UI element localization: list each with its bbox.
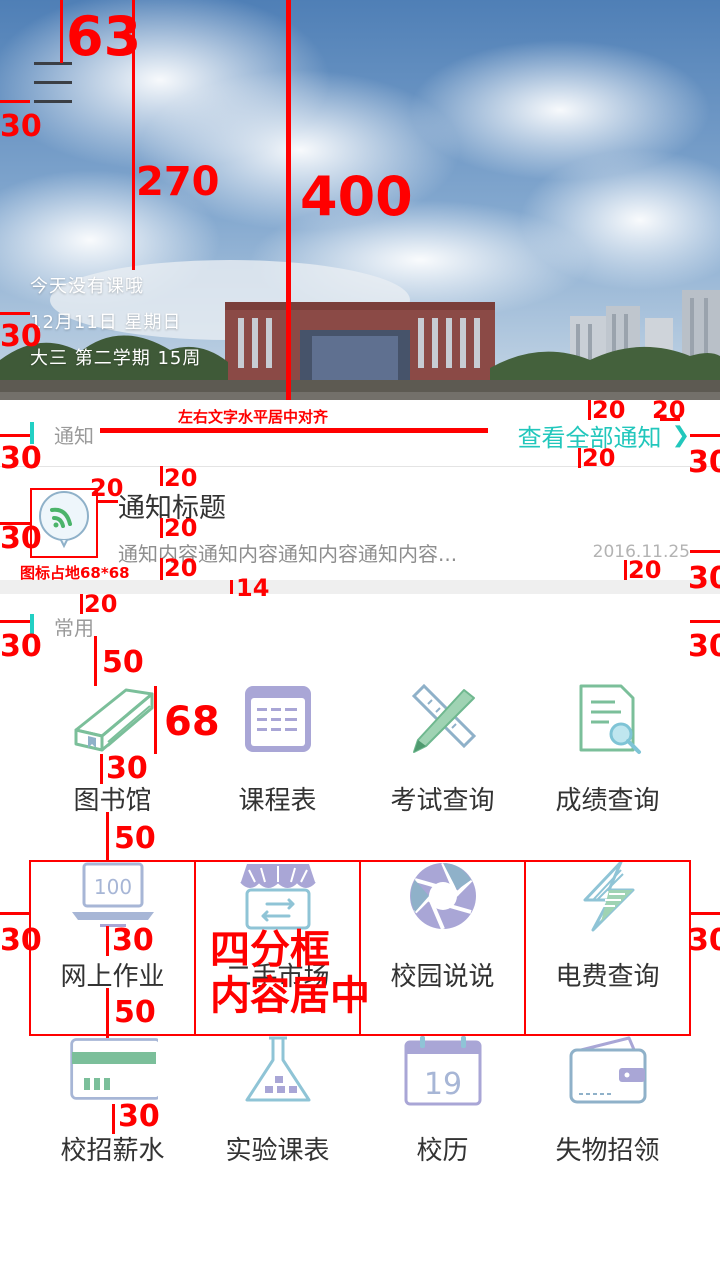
annotation-20: 20 <box>628 556 662 584</box>
annotation-line <box>0 434 30 437</box>
annotation-50: 50 <box>114 821 156 856</box>
grid-item-label: 校历 <box>416 1136 469 1166</box>
annotation-30: 30 <box>0 319 42 354</box>
annotation-line <box>690 550 720 553</box>
annotation-line <box>0 100 30 103</box>
grid-item-label: 成绩查询 <box>555 786 660 816</box>
grid-item-school-calendar[interactable]: 19 校历 <box>360 1034 525 1166</box>
annotation-line <box>690 912 720 915</box>
app-root: 今天没有课哦 12月11日 星期日 大三 第二学期 15周 通知 查看全部通知 … <box>0 0 720 1280</box>
annotation-line <box>160 518 163 538</box>
annotation-line <box>106 926 109 956</box>
calendar-19-icon: 19 <box>404 1036 481 1106</box>
hero-term: 大三 第二学期 15周 <box>30 348 202 369</box>
grid-item-grade-query[interactable]: 成绩查询 <box>525 684 690 816</box>
annotation-20: 20 <box>164 554 198 582</box>
grid-item-label: 校招薪水 <box>60 1136 165 1166</box>
annotation-68: 68 <box>164 699 220 745</box>
annotation-30: 30 <box>688 445 720 480</box>
annotation-30: 30 <box>688 629 720 664</box>
calendar-table-icon <box>244 686 311 752</box>
annotation-line <box>578 448 581 468</box>
annotation-line <box>230 580 233 594</box>
annotation-line <box>286 0 291 400</box>
calendar-day: 19 <box>423 1067 461 1102</box>
grid-item-timetable[interactable]: 课程表 <box>195 684 360 816</box>
menu-icon[interactable] <box>34 62 72 104</box>
grid-item-label: 课程表 <box>238 786 317 816</box>
annotation-30: 30 <box>688 923 720 958</box>
pencil-ruler-icon <box>411 684 476 753</box>
annotation-line <box>524 860 526 1036</box>
annotation-line <box>0 912 30 915</box>
wallet-icon <box>569 1036 646 1104</box>
annotation-line <box>80 594 83 614</box>
annotation-line <box>100 428 488 433</box>
annotation-line <box>100 754 103 784</box>
annotation-400: 400 <box>300 165 413 228</box>
annotation-30: 30 <box>112 923 154 958</box>
annotation-30: 30 <box>0 109 42 144</box>
annotation-line <box>106 812 109 862</box>
annotation-line <box>94 636 97 686</box>
annotation-quad-title: 四分框 <box>210 927 330 973</box>
annotation-20: 20 <box>592 396 626 424</box>
annotation-20: 20 <box>164 514 198 542</box>
annotation-63: 63 <box>66 5 142 68</box>
grid-item-label: 实验课表 <box>225 1136 330 1166</box>
annotation-line <box>0 620 30 623</box>
annotation-line <box>690 620 720 623</box>
annotation-30: 30 <box>0 629 42 664</box>
annotation-line <box>588 400 591 420</box>
annotation-line <box>160 466 163 486</box>
annotation-50: 50 <box>114 995 156 1030</box>
grid-item-label: 考试查询 <box>390 786 495 816</box>
grid-item-label: 失物招领 <box>555 1136 660 1166</box>
document-search-icon <box>579 684 641 754</box>
annotation-center-align: 左右文字水平居中对齐 <box>178 408 329 426</box>
annotation-30: 30 <box>688 561 720 596</box>
flask-icon <box>245 1036 310 1102</box>
annotation-line <box>160 558 163 580</box>
annotation-quad-subtitle: 内容居中 <box>210 973 370 1019</box>
hero-date: 12月11日 星期日 <box>30 312 182 333</box>
grid-item-exam-query[interactable]: 考试查询 <box>360 684 525 816</box>
annotation-20: 20 <box>164 464 198 492</box>
annotation-line <box>624 560 627 580</box>
annotation-line <box>154 686 157 754</box>
annotation-line <box>106 988 109 1038</box>
annotation-icon-box <box>30 488 98 558</box>
annotation-line <box>0 312 30 315</box>
annotation-20: 20 <box>582 444 616 472</box>
grid-item-campus-salary[interactable]: 校招薪水 <box>30 1034 195 1166</box>
annotation-14: 14 <box>236 574 270 602</box>
annotation-icon-area: 图标占地68*68 <box>20 564 130 582</box>
annotation-20: 20 <box>652 396 686 424</box>
annotation-line <box>194 860 196 1036</box>
grid-item-lost-and-found[interactable]: 失物招领 <box>525 1034 690 1166</box>
book-icon <box>74 688 153 752</box>
annotation-30: 30 <box>0 923 42 958</box>
annotation-20: 20 <box>84 590 118 618</box>
annotation-line <box>112 1104 115 1134</box>
annotation-30: 30 <box>118 1099 160 1134</box>
notice-section-title: 通知 <box>54 424 94 448</box>
annotation-30: 30 <box>106 751 148 786</box>
annotation-line <box>60 0 63 63</box>
hero-schedule-status: 今天没有课哦 <box>30 276 144 297</box>
grid-item-lab-schedule[interactable]: 实验课表 <box>195 1034 360 1166</box>
annotation-line <box>690 434 720 437</box>
annotation-270: 270 <box>136 159 220 205</box>
annotation-30: 30 <box>0 441 42 476</box>
annotation-50: 50 <box>102 645 144 680</box>
